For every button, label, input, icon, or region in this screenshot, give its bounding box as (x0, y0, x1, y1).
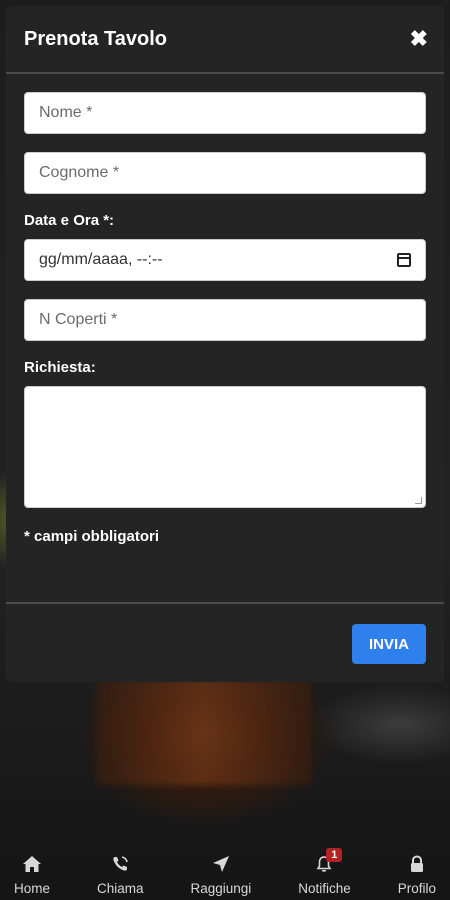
datetime-label: Data e Ora *: (24, 212, 115, 229)
nav-item-raggiungi[interactable]: Raggiungi (190, 851, 251, 896)
nav-label-profilo: Profilo (397, 881, 436, 896)
datetime-placeholder: gg/mm/aaaa, --:-- (39, 251, 163, 268)
phone-icon (111, 851, 129, 877)
submit-button[interactable]: INVIA (352, 624, 426, 664)
datetime-input[interactable]: gg/mm/aaaa, --:-- (24, 239, 426, 281)
bottom-nav: Home Chiama Raggiungi 1 Notifiche Profil… (0, 836, 450, 900)
reservation-modal: Prenota Tavolo ✖ Nome * Cognome * Data e… (6, 6, 444, 682)
nav-label-raggiungi: Raggiungi (190, 881, 252, 896)
nav-item-profilo[interactable]: Profilo (398, 851, 436, 896)
close-icon[interactable]: ✖ (410, 28, 428, 50)
richiesta-label: Richiesta: (24, 359, 96, 376)
modal-header: Prenota Tavolo ✖ (6, 6, 444, 74)
nome-placeholder: Nome * (39, 104, 93, 121)
modal-body: Nome * Cognome * Data e Ora *: gg/mm/aaa… (6, 74, 444, 545)
nome-input[interactable]: Nome * (24, 92, 426, 134)
background-glass (96, 680, 311, 785)
home-icon (22, 851, 42, 877)
nav-item-chiama[interactable]: Chiama (97, 851, 144, 896)
modal-title: Prenota Tavolo (24, 27, 167, 50)
modal-footer: INVIA (6, 602, 444, 684)
coperti-placeholder: N Coperti * (39, 311, 118, 328)
nav-label-home: Home (14, 881, 51, 896)
nav-item-notifiche[interactable]: 1 Notifiche (298, 848, 351, 896)
cognome-placeholder: Cognome * (39, 164, 120, 181)
cognome-input[interactable]: Cognome * (24, 152, 426, 194)
calendar-icon[interactable] (397, 253, 411, 267)
required-note: * campi obbligatori (24, 528, 160, 545)
location-arrow-icon (212, 851, 230, 877)
lock-icon (409, 851, 425, 877)
richiesta-textarea[interactable] (24, 386, 426, 508)
nav-item-home[interactable]: Home (14, 851, 50, 896)
nav-label-chiama: Chiama (96, 881, 144, 896)
resize-handle-icon[interactable] (415, 497, 422, 504)
nav-label-notifiche: Notifiche (298, 881, 351, 896)
coperti-input[interactable]: N Coperti * (24, 299, 426, 341)
notification-badge: 1 (326, 848, 343, 862)
